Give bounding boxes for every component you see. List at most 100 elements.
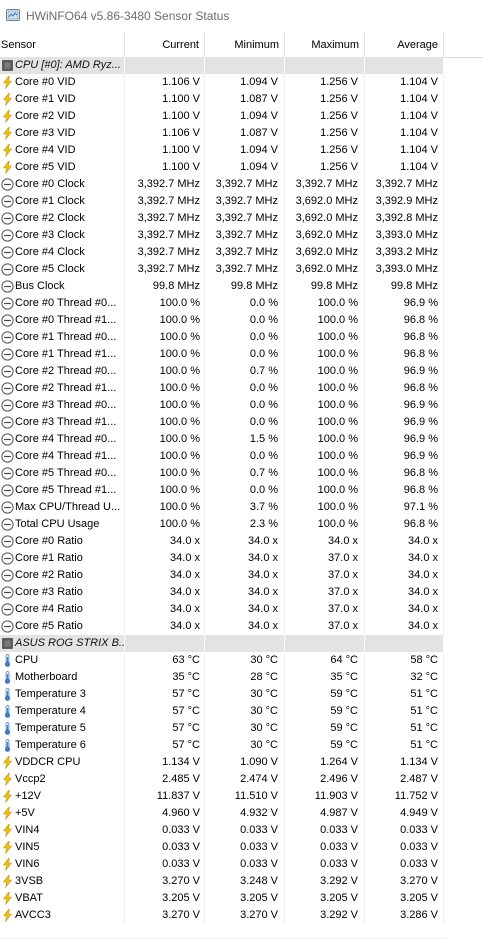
sensor-name-cell: Temperature 4: [0, 703, 125, 720]
sensor-row[interactable]: Core #5 Ratio 34.0 x 34.0 x 37.0 x 34.0 x: [0, 618, 483, 635]
sensor-row[interactable]: Core #3 Thread #0... 100.0 % 0.0 % 100.0 % 9…: [0, 397, 483, 414]
sensor-label: VIN5: [15, 841, 40, 853]
minimum-value: 0.7 %: [205, 363, 285, 380]
sensor-row[interactable]: VIN6 0.033 V 0.033 V 0.033 V 0.033 V: [0, 856, 483, 873]
sensor-group-row[interactable]: ASUS ROG STRIX B...: [0, 635, 483, 652]
sensor-row[interactable]: Core #5 Thread #1... 100.0 % 0.0 % 100.0 % 9…: [0, 482, 483, 499]
average-value: 99.8 MHz: [365, 278, 444, 295]
sensor-row[interactable]: Temperature 6 57 °C 30 °C 59 °C 51 °C: [0, 737, 483, 754]
maximum-value: 3,392.7 MHz: [285, 176, 365, 193]
sensor-name-cell: CPU [#0]: AMD Ryz...: [0, 57, 125, 74]
column-header-current[interactable]: Current: [125, 33, 205, 57]
current-value: 34.0 x: [125, 601, 205, 618]
minimum-value: 1.094 V: [205, 142, 285, 159]
average-value: 96.8 %: [365, 329, 444, 346]
sensor-row[interactable]: Core #4 Thread #1... 100.0 % 0.0 % 100.0 % 9…: [0, 448, 483, 465]
voltage-icon: [1, 824, 14, 837]
clock-icon: [1, 280, 14, 293]
sensor-row[interactable]: AVCC3 3.270 V 3.270 V 3.292 V 3.286 V: [0, 907, 483, 924]
sensor-row[interactable]: Core #1 Ratio 34.0 x 34.0 x 37.0 x 34.0 x: [0, 550, 483, 567]
sensor-name-cell: Core #4 Thread #0...: [0, 431, 125, 448]
sensor-row[interactable]: Core #4 Ratio 34.0 x 34.0 x 37.0 x 34.0 x: [0, 601, 483, 618]
sensor-row[interactable]: Core #1 VID 1.100 V 1.087 V 1.256 V 1.104 V: [0, 91, 483, 108]
sensor-row[interactable]: Core #3 Clock 3,392.7 MHz 3,392.7 MHz 3,692…: [0, 227, 483, 244]
sensor-row[interactable]: Total CPU Usage 100.0 % 2.3 % 100.0 % 96.8 %: [0, 516, 483, 533]
sensor-row[interactable]: Core #4 Clock 3,392.7 MHz 3,392.7 MHz 3,692…: [0, 244, 483, 261]
sensor-row[interactable]: Core #5 Clock 3,392.7 MHz 3,392.7 MHz 3,692…: [0, 261, 483, 278]
sensor-row[interactable]: Core #4 VID 1.100 V 1.094 V 1.256 V 1.104 V: [0, 142, 483, 159]
sensor-row[interactable]: Core #2 Thread #0... 100.0 % 0.7 % 100.0 % 9…: [0, 363, 483, 380]
minimum-value: 28 °C: [205, 669, 285, 686]
sensor-row[interactable]: Core #0 Clock 3,392.7 MHz 3,392.7 MHz 3,392…: [0, 176, 483, 193]
maximum-value: 100.0 %: [285, 431, 365, 448]
sensor-row[interactable]: VIN5 0.033 V 0.033 V 0.033 V 0.033 V: [0, 839, 483, 856]
maximum-value: 35 °C: [285, 669, 365, 686]
clock-icon: [1, 518, 14, 531]
sensor-row[interactable]: Bus Clock 99.8 MHz 99.8 MHz 99.8 MHz 99.8 MH…: [0, 278, 483, 295]
sensor-row[interactable]: Temperature 5 57 °C 30 °C 59 °C 51 °C: [0, 720, 483, 737]
sensor-row[interactable]: Core #2 Ratio 34.0 x 34.0 x 37.0 x 34.0 x: [0, 567, 483, 584]
sensor-label: Core #1 Ratio: [15, 552, 83, 564]
clock-icon: [1, 399, 14, 412]
sensor-row[interactable]: Core #5 VID 1.100 V 1.094 V 1.256 V 1.104 V: [0, 159, 483, 176]
average-value: 96.8 %: [365, 516, 444, 533]
sensor-name-cell: Core #0 Ratio: [0, 533, 125, 550]
sensor-row[interactable]: Core #3 Thread #1... 100.0 % 0.0 % 100.0 % 9…: [0, 414, 483, 431]
sensor-row[interactable]: Core #3 VID 1.106 V 1.087 V 1.256 V 1.104 V: [0, 125, 483, 142]
sensor-row[interactable]: Core #1 Clock 3,392.7 MHz 3,392.7 MHz 3,692…: [0, 193, 483, 210]
sensor-row[interactable]: Core #5 Thread #0... 100.0 % 0.7 % 100.0 % 9…: [0, 465, 483, 482]
sensor-group-row[interactable]: CPU [#0]: AMD Ryz...: [0, 57, 483, 74]
sensor-row[interactable]: +12V 11.837 V 11.510 V 11.903 V 11.752 V: [0, 788, 483, 805]
sensor-row[interactable]: Max CPU/Thread U... 100.0 % 3.7 % 100.0 % 97…: [0, 499, 483, 516]
sensor-row[interactable]: Motherboard 35 °C 28 °C 35 °C 32 °C: [0, 669, 483, 686]
sensor-row[interactable]: Core #0 Ratio 34.0 x 34.0 x 34.0 x 34.0 x: [0, 533, 483, 550]
sensor-row[interactable]: Temperature 4 57 °C 30 °C 59 °C 51 °C: [0, 703, 483, 720]
minimum-value: 0.0 %: [205, 448, 285, 465]
voltage-icon: [1, 144, 14, 157]
sensor-row[interactable]: VIN4 0.033 V 0.033 V 0.033 V 0.033 V: [0, 822, 483, 839]
sensor-row[interactable]: +5V 4.960 V 4.932 V 4.987 V 4.949 V: [0, 805, 483, 822]
sensor-row[interactable]: Core #1 Thread #0... 100.0 % 0.0 % 100.0 % 9…: [0, 329, 483, 346]
sensor-row[interactable]: Core #2 Thread #1... 100.0 % 0.0 % 100.0 % 9…: [0, 380, 483, 397]
sensor-row[interactable]: Core #4 Thread #0... 100.0 % 1.5 % 100.0 % 9…: [0, 431, 483, 448]
current-value: 11.837 V: [125, 788, 205, 805]
sensor-name-cell: Core #5 Ratio: [0, 618, 125, 635]
minimum-value: 0.0 %: [205, 312, 285, 329]
clock-icon: [1, 450, 14, 463]
sensor-name-cell: Core #2 Clock: [0, 210, 125, 227]
column-header-minimum[interactable]: Minimum: [205, 33, 285, 57]
sensor-row[interactable]: Vccp2 2.485 V 2.474 V 2.496 V 2.487 V: [0, 771, 483, 788]
clock-icon: [1, 552, 14, 565]
sensor-row[interactable]: VBAT 3.205 V 3.205 V 3.205 V 3.205 V: [0, 890, 483, 907]
current-value: 100.0 %: [125, 312, 205, 329]
minimum-value: 34.0 x: [205, 533, 285, 550]
sensor-label: Core #3 VID: [15, 127, 76, 139]
average-value: 51 °C: [365, 686, 444, 703]
minimum-value: 34.0 x: [205, 550, 285, 567]
average-value: 3.286 V: [365, 907, 444, 924]
voltage-icon: [1, 892, 14, 905]
sensor-row[interactable]: Core #0 Thread #0... 100.0 % 0.0 % 100.0 % 9…: [0, 295, 483, 312]
title-bar[interactable]: HWiNFO64 v5.86-3480 Sensor Status: [0, 0, 483, 31]
sensor-row[interactable]: 3VSB 3.270 V 3.248 V 3.292 V 3.270 V: [0, 873, 483, 890]
sensor-row[interactable]: Temperature 3 57 °C 30 °C 59 °C 51 °C: [0, 686, 483, 703]
voltage-icon: [1, 110, 14, 123]
column-header-average[interactable]: Average: [365, 33, 444, 57]
sensor-row[interactable]: Core #0 Thread #1... 100.0 % 0.0 % 100.0 % 9…: [0, 312, 483, 329]
column-header-sensor[interactable]: Sensor: [0, 33, 125, 57]
sensor-row[interactable]: Core #1 Thread #1... 100.0 % 0.0 % 100.0 % 9…: [0, 346, 483, 363]
average-value: 3,392.7 MHz: [365, 176, 444, 193]
sensor-row[interactable]: Core #0 VID 1.106 V 1.094 V 1.256 V 1.104 V: [0, 74, 483, 91]
sensor-label: VIN4: [15, 824, 40, 836]
average-value: 51 °C: [365, 720, 444, 737]
sensor-label: Core #5 Thread #1...: [15, 484, 117, 496]
sensor-row[interactable]: Core #2 VID 1.100 V 1.094 V 1.256 V 1.104 V: [0, 108, 483, 125]
clock-icon: [1, 212, 14, 225]
minimum-value: 34.0 x: [205, 618, 285, 635]
sensor-row[interactable]: VDDCR CPU 1.134 V 1.090 V 1.264 V 1.134 V: [0, 754, 483, 771]
sensor-row[interactable]: Core #2 Clock 3,392.7 MHz 3,392.7 MHz 3,692…: [0, 210, 483, 227]
column-header-maximum[interactable]: Maximum: [285, 33, 365, 57]
sensor-row[interactable]: CPU 63 °C 30 °C 64 °C 58 °C: [0, 652, 483, 669]
maximum-value: 0.033 V: [285, 856, 365, 873]
sensor-row[interactable]: Core #3 Ratio 34.0 x 34.0 x 37.0 x 34.0 x: [0, 584, 483, 601]
